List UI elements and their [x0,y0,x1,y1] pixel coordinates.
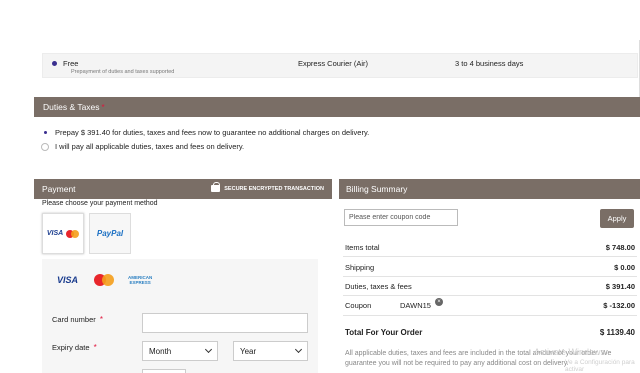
paypal-logo-icon: PayPal [96,229,124,238]
order-total-label: Total For Your Order [345,328,423,337]
billing-section-title: Billing Summary [346,184,408,194]
coupon-value: $ -132.00 [603,301,635,310]
shipping-carrier: Express Courier (Air) [298,59,369,68]
windows-activation-watermark-sub: Ve a Configuración para activar [565,359,635,373]
lock-icon [211,182,221,192]
card-details-panel: VISA AMERICAN EXPRESS Card number * Expir… [42,259,318,373]
items-total-value: $ 748.00 [605,243,635,252]
card-number-input[interactable] [142,313,308,333]
shipping-radio-selected-icon[interactable] [52,61,57,66]
expiry-date-label: Expiry date * [52,343,97,352]
summary-divider [343,276,637,277]
summary-divider [343,256,637,257]
mastercard-logo-icon [66,229,80,238]
accepted-card-brands: VISA AMERICAN EXPRESS [57,274,152,286]
radio-unselected-icon[interactable] [41,142,49,151]
applied-coupon-code: DAWN15 [400,301,431,310]
duties-section-header: Duties & Taxes * [34,97,640,117]
order-total-value: $ 1139.40 [599,328,635,337]
payment-method-paypal-tile[interactable]: PayPal [89,213,131,254]
duties-title-text: Duties & Taxes [43,102,100,112]
payment-section-header: Payment SECURE ENCRYPTED TRANSACTION [34,179,332,199]
payment-section-title: Payment [42,184,76,194]
choose-payment-label: Please choose your payment method [42,200,158,207]
coupon-row: Coupon DAWN15 × $ -132.00 [345,298,635,310]
duties-option-prepay[interactable]: Prepay $ 391.40 for duties, taxes and fe… [41,128,369,137]
expiry-month-select[interactable]: Month [142,341,218,361]
expiry-year-value: Year [240,347,257,356]
chevron-down-icon [294,345,303,354]
windows-activation-watermark: Activate Windows [534,347,606,357]
summary-divider [343,295,637,296]
shipping-label: Shipping [345,263,375,272]
shipping-option-subtext: Prepayment of duties and taxes supported [71,69,175,75]
shipping-option-row[interactable]: Free Prepayment of duties and taxes supp… [42,53,638,78]
required-star: * [99,315,103,324]
visa-brand-icon: VISA [57,275,79,285]
coupon-code-input[interactable] [344,209,458,226]
duties-option-pay-later-label: I will pay all applicable duties, taxes … [55,142,245,151]
coupon-label: Coupon [345,301,372,310]
expiry-month-value: Month [149,347,172,356]
shipping-delivery-time: 3 to 4 business days [455,59,524,68]
duties-label: Duties, taxes & fees [345,282,412,291]
duties-option-prepay-label: Prepay $ 391.40 for duties, taxes and fe… [55,128,370,137]
items-total-row: Items total $ 748.00 [345,243,635,252]
expiry-date-label-text: Expiry date [52,343,90,352]
billing-section-header: Billing Summary [339,179,640,199]
amex-line2: EXPRESS [129,280,151,285]
radio-selected-icon[interactable] [41,128,49,137]
required-star: * [93,343,97,352]
shipping-value: $ 0.00 [614,263,635,272]
expiry-year-select[interactable]: Year [233,341,308,361]
duties-value: $ 391.40 [605,282,635,291]
card-number-label-text: Card number [52,315,96,324]
shipping-row: Shipping $ 0.00 [345,263,635,272]
card-number-label: Card number * [52,315,103,324]
required-star: * [101,103,105,112]
shipping-option-name: Free [63,59,79,68]
amex-brand-icon: AMERICAN EXPRESS [128,275,152,285]
summary-divider [343,315,637,316]
apply-coupon-button[interactable]: Apply [600,209,634,228]
visa-logo-icon: VISA [46,230,64,237]
secure-transaction-label: SECURE ENCRYPTED TRANSACTION [224,185,324,192]
secure-transaction-badge: SECURE ENCRYPTED TRANSACTION [211,182,324,192]
items-total-label: Items total [345,243,380,252]
duties-row: Duties, taxes & fees $ 391.40 [345,282,635,291]
duties-option-pay-later[interactable]: I will pay all applicable duties, taxes … [41,142,244,151]
security-code-input[interactable] [142,369,186,373]
remove-coupon-icon[interactable]: × [435,298,443,306]
duties-section-title: Duties & Taxes * [43,102,105,112]
payment-method-card-tile[interactable]: VISA [42,213,84,254]
chevron-down-icon [204,345,213,354]
order-total-row: Total For Your Order $ 1139.40 [345,328,635,337]
mastercard-brand-icon [94,274,115,286]
